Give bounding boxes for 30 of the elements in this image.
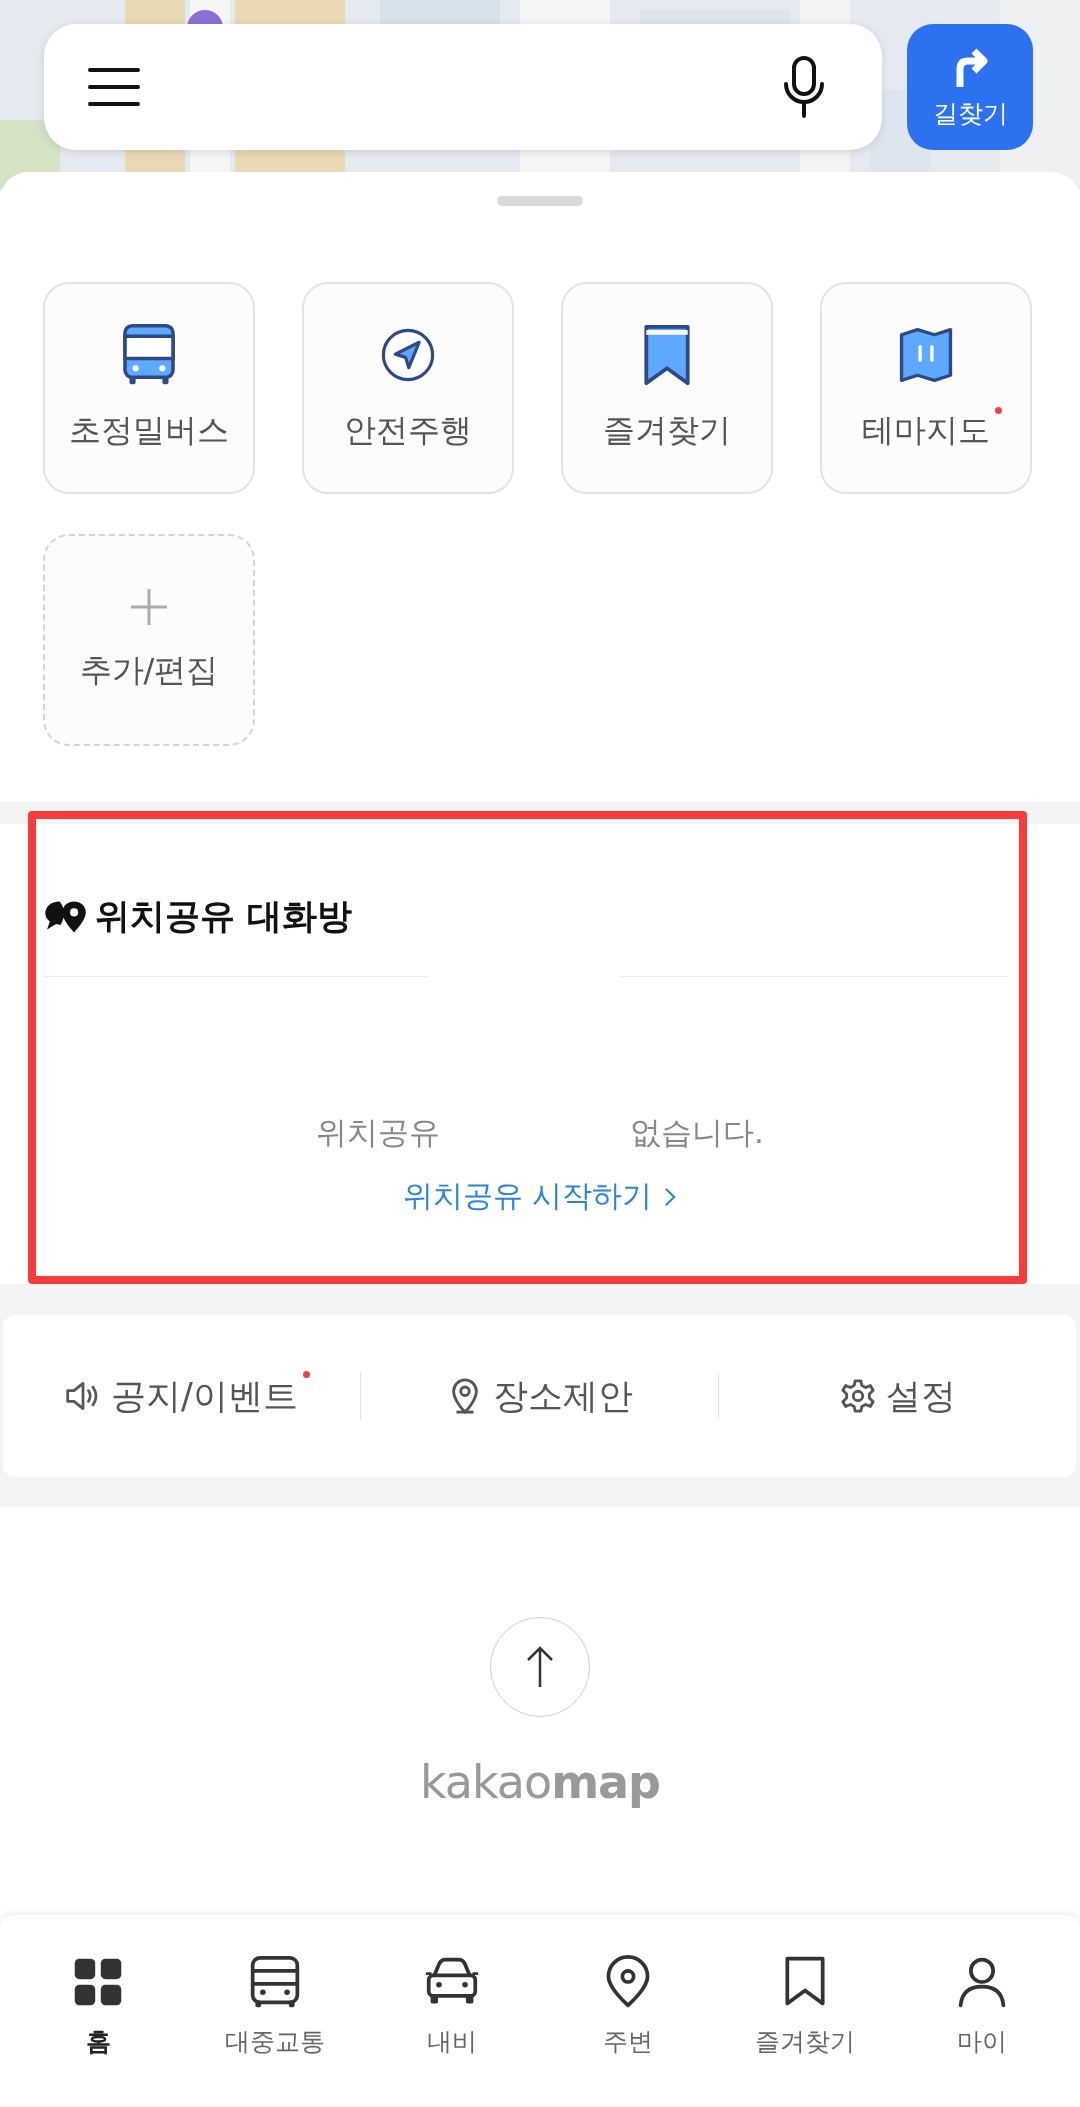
chevron-right-icon <box>664 1186 677 1207</box>
logo: kakaomap <box>419 1755 661 1809</box>
shortcut-button[interactable]: 초정밀버스 <box>43 282 255 494</box>
settings-icon <box>839 1378 876 1414</box>
bus-icon <box>248 1955 302 2009</box>
menu-link[interactable]: 설정 <box>719 1372 1076 1420</box>
menu-link[interactable]: 공지/이벤트 <box>3 1372 360 1420</box>
nav-tab[interactable]: 즐겨찾기 <box>716 1915 894 2107</box>
start-sharing-link[interactable]: 위치공유 시작하기 <box>402 1176 677 1217</box>
nav-tab[interactable]: 주변 <box>540 1915 717 2107</box>
menu-link[interactable]: 장소제안 <box>361 1372 718 1420</box>
nav-tab[interactable]: 마이 <box>893 1915 1071 2107</box>
empty-message: 없습니다. <box>630 1113 764 1152</box>
shortcut-button[interactable]: 즐겨찾기 <box>561 282 773 494</box>
bus-icon <box>122 323 176 387</box>
shortcut-button[interactable]: 안전주행 <box>302 282 514 494</box>
nav-tab[interactable]: 내비 <box>363 1915 540 2107</box>
directions-button[interactable]: 길찾기 <box>907 24 1033 150</box>
arrow-up-icon <box>525 1644 555 1690</box>
empty-message: 위치공유 <box>316 1113 441 1152</box>
nav-tab[interactable]: 홈 <box>10 1915 187 2107</box>
plus-icon <box>129 587 169 627</box>
drag-handle[interactable] <box>497 196 583 206</box>
search-field[interactable] <box>44 24 882 150</box>
nav-tab[interactable]: 대중교통 <box>186 1915 364 2107</box>
add-edit-button[interactable]: 추가/편집 <box>43 534 255 746</box>
menu-icon[interactable] <box>88 67 140 107</box>
shortcut-button[interactable]: 테마지도 <box>820 282 1032 494</box>
microphone-icon[interactable] <box>782 56 826 118</box>
section-title: 위치공유 대화방 <box>95 894 353 938</box>
